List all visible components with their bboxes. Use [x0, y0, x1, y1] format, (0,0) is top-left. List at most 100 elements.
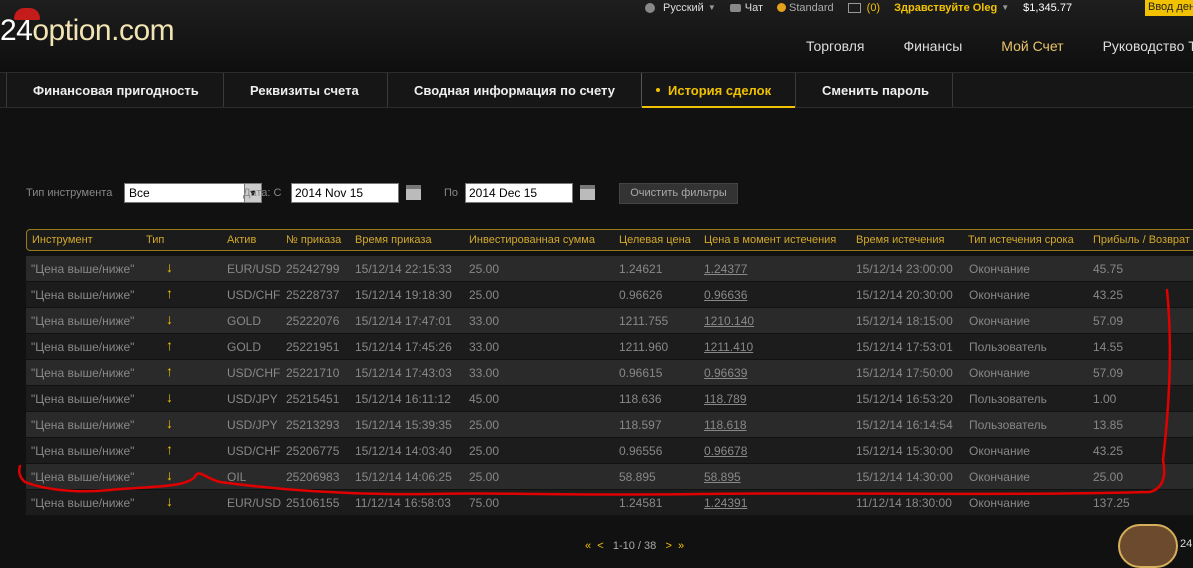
- cell-invested: 25.00: [469, 288, 500, 302]
- cell-instrument: "Цена выше/ниже": [31, 470, 135, 484]
- cell-type-arrow-icon: ↓: [166, 467, 173, 483]
- cell-instrument: "Цена выше/ниже": [31, 340, 135, 354]
- cell-invested: 75.00: [469, 496, 500, 510]
- deposit-button[interactable]: Ввод денег: [1145, 0, 1193, 16]
- cell-type-arrow-icon: ↓: [166, 311, 173, 327]
- cell-invested: 25.00: [469, 470, 500, 484]
- calendar-icon[interactable]: [580, 185, 595, 200]
- cell-order-time: 15/12/14 16:11:12: [355, 392, 451, 406]
- cell-expiry-price[interactable]: 1.24391: [704, 496, 747, 510]
- messages-link[interactable]: (0): [847, 2, 880, 14]
- cell-expiry-price[interactable]: 118.618: [704, 418, 747, 432]
- last-page-button[interactable]: »: [678, 540, 684, 552]
- chat-widget-label[interactable]: 24: [1180, 538, 1192, 550]
- account-type[interactable]: Standard: [777, 2, 834, 14]
- cell-expiry-price[interactable]: 1211.410: [704, 340, 753, 354]
- nav-guide[interactable]: Руководство Т: [1103, 38, 1193, 54]
- cell-expiry-price[interactable]: 58.895: [704, 470, 741, 484]
- prev-page-button[interactable]: <: [597, 540, 603, 552]
- cell-expiry-time: 11/12/14 18:30:00: [856, 496, 952, 510]
- cell-target-price: 1211.755: [619, 314, 669, 328]
- table-row: "Цена выше/ниже" ↓ OIL 25206983 15/12/14 14:…: [26, 464, 1193, 489]
- col-target-price[interactable]: Целевая цена: [619, 234, 691, 246]
- cell-expiry-type: Пользователь: [969, 418, 1047, 432]
- tab-account-details[interactable]: Реквизиты счета: [223, 73, 387, 107]
- cell-expiry-type: Окончание: [969, 444, 1030, 458]
- cell-order-number: 25222076: [286, 314, 340, 328]
- col-instrument[interactable]: Инструмент: [32, 234, 93, 246]
- tab-account-summary[interactable]: Сводная информация по счету: [387, 73, 641, 107]
- col-expiry-type[interactable]: Тип истечения срока: [968, 234, 1074, 246]
- mail-icon: [847, 2, 861, 13]
- cell-expiry-type: Пользователь: [969, 392, 1047, 406]
- next-page-button[interactable]: >: [665, 540, 671, 552]
- col-order-time[interactable]: Время приказа: [355, 234, 432, 246]
- cell-expiry-price[interactable]: 0.96636: [704, 288, 747, 302]
- col-invested[interactable]: Инвестированная сумма: [469, 234, 595, 246]
- cell-profit: 43.25: [1093, 444, 1124, 458]
- cell-type-arrow-icon: ↑: [166, 441, 173, 457]
- cell-profit: 137.25: [1093, 496, 1130, 510]
- cell-type-arrow-icon: ↑: [166, 337, 173, 353]
- cell-instrument: "Цена выше/ниже": [31, 418, 135, 432]
- cell-target-price: 1.24621: [619, 262, 663, 276]
- chevron-down-icon: ▼: [707, 3, 716, 12]
- account-tabs: Финансовая пригодность Реквизиты счета С…: [0, 72, 1193, 108]
- cell-type-arrow-icon: ↓: [166, 415, 173, 431]
- balance: $1,345.77: [1023, 1, 1073, 14]
- cell-order-time: 11/12/14 16:58:03: [355, 496, 451, 510]
- nav-my-account[interactable]: Мой Счет: [1001, 38, 1063, 54]
- cell-expiry-time: 15/12/14 15:30:00: [856, 444, 953, 458]
- cell-instrument: "Цена выше/ниже": [31, 262, 135, 276]
- cell-instrument: "Цена выше/ниже": [31, 314, 135, 328]
- nav-trading[interactable]: Торговля: [806, 38, 864, 54]
- user-menu[interactable]: Здравствуйте Oleg ▼: [894, 2, 1009, 14]
- table-row: "Цена выше/ниже" ↓ USD/JPY 25213293 15/12/14…: [26, 412, 1193, 437]
- tab-change-password[interactable]: Сменить пароль: [795, 73, 953, 107]
- cell-order-time: 15/12/14 14:03:40: [355, 444, 452, 458]
- tab-trade-history[interactable]: История сделок: [641, 73, 795, 108]
- chat-icon: [729, 3, 741, 12]
- cell-order-time: 15/12/14 15:39:35: [355, 418, 452, 432]
- tab-financial-suitability[interactable]: Финансовая пригодность: [6, 73, 223, 107]
- pagination: « < 1-10 / 38 > »: [585, 540, 684, 552]
- cell-expiry-price[interactable]: 118.789: [704, 392, 747, 406]
- nav-finance[interactable]: Финансы: [903, 38, 962, 54]
- instrument-type-select[interactable]: Все ▼: [124, 183, 262, 203]
- cell-expiry-price[interactable]: 1210.140: [704, 314, 754, 328]
- cell-order-time: 15/12/14 17:47:01: [355, 314, 452, 328]
- cell-instrument: "Цена выше/ниже": [31, 496, 135, 510]
- cell-expiry-type: Пользователь: [969, 340, 1047, 354]
- calendar-icon[interactable]: [406, 185, 421, 200]
- cell-order-number: 25221951: [286, 340, 340, 354]
- cell-expiry-price[interactable]: 0.96678: [704, 444, 747, 458]
- cell-asset: USD/CHF: [227, 366, 281, 380]
- col-expiry-time[interactable]: Время истечения: [856, 234, 944, 246]
- clear-filters-button[interactable]: Очистить фильтры: [619, 183, 738, 204]
- date-to-input[interactable]: 2014 Dec 15: [465, 183, 573, 203]
- cell-order-number: 25221710: [286, 366, 340, 380]
- col-order-number[interactable]: № приказа: [286, 234, 341, 246]
- cell-expiry-price[interactable]: 0.96639: [704, 366, 747, 380]
- cell-expiry-type: Окончание: [969, 288, 1030, 302]
- table-row: "Цена выше/ниже" ↓ EUR/USD 25106155 11/12/14…: [26, 490, 1193, 515]
- col-expiry-price[interactable]: Цена в момент истечения: [704, 234, 836, 246]
- cell-type-arrow-icon: ↑: [166, 285, 173, 301]
- chat-link[interactable]: Чат: [729, 2, 763, 14]
- col-profit[interactable]: Прибыль / Возврат: [1093, 234, 1190, 246]
- col-asset[interactable]: Актив: [227, 234, 256, 246]
- cell-asset: EUR/USD: [227, 496, 282, 510]
- cell-profit: 57.09: [1093, 366, 1124, 380]
- cell-order-number: 25242799: [286, 262, 340, 276]
- cell-expiry-price[interactable]: 1.24377: [704, 262, 747, 276]
- utility-bar: Русский ▼ Чат Standard (0) Здравствуйте O…: [645, 0, 1086, 15]
- language-selector[interactable]: Русский ▼: [645, 2, 716, 14]
- cell-instrument: "Цена выше/ниже": [31, 444, 135, 458]
- col-type[interactable]: Тип: [146, 234, 164, 246]
- first-page-button[interactable]: «: [585, 540, 591, 552]
- main-nav: Торговля Финансы Мой Счет Руководство Т: [806, 38, 1193, 54]
- cell-target-price: 58.895: [619, 470, 656, 484]
- cell-expiry-time: 15/12/14 23:00:00: [856, 262, 953, 276]
- support-avatar[interactable]: [1118, 524, 1178, 568]
- date-from-input[interactable]: 2014 Nov 15: [291, 183, 399, 203]
